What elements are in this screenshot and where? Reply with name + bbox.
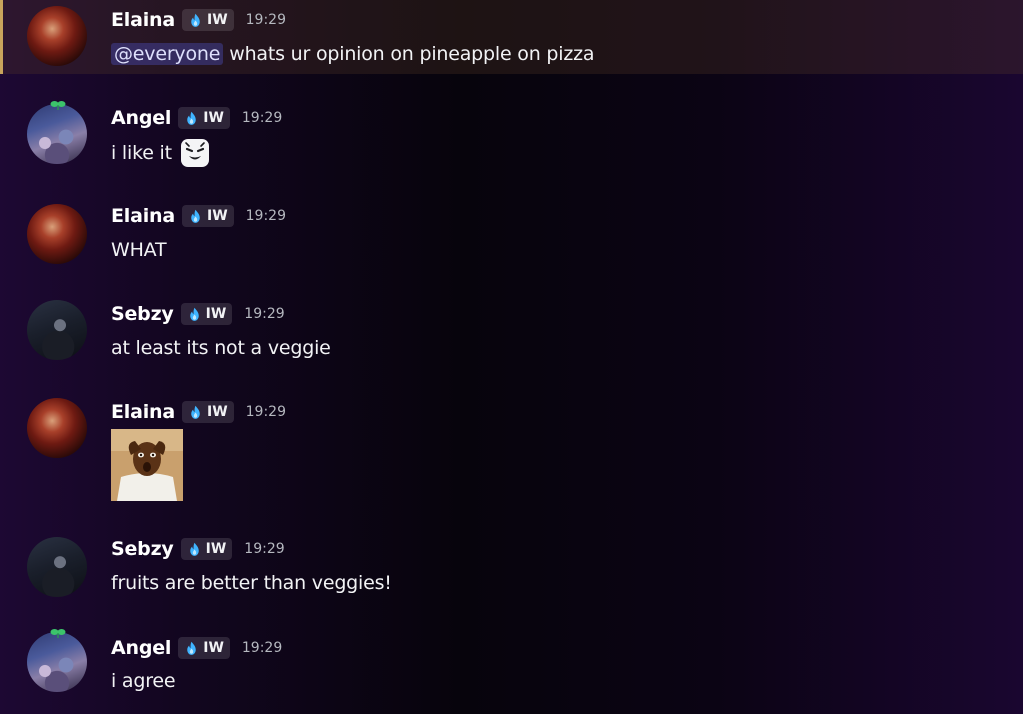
timestamp[interactable]: 19:29 (242, 640, 282, 656)
message-item[interactable]: Sebzy IW 19:29 fruits are better than ve… (0, 529, 1023, 605)
message-item[interactable]: Elaina IW 19:29 (0, 392, 1023, 508)
message-item[interactable]: Sebzy IW 19:29 at least its not a veggie (0, 294, 1023, 370)
message-item[interactable]: Elaina IW 19:29 @everyone whats ur opini… (0, 0, 1023, 74)
username[interactable]: Sebzy (111, 538, 174, 560)
message-header: Angel IW 19:29 (111, 104, 282, 132)
server-tag[interactable]: IW (180, 303, 233, 325)
username[interactable]: Elaina (111, 9, 175, 31)
timestamp[interactable]: 19:29 (246, 12, 286, 28)
server-tag-label: IW (206, 404, 228, 420)
message-content: @everyone whats ur opinion on pineapple … (111, 40, 595, 68)
timestamp[interactable]: 19:29 (246, 404, 286, 420)
message-header: Angel IW 19:29 (111, 634, 282, 662)
flame-icon (187, 641, 196, 655)
flame-icon (191, 13, 200, 27)
message-header: Elaina IW 19:29 (111, 398, 286, 426)
server-tag-label: IW (205, 306, 227, 322)
server-tag[interactable]: IW (181, 9, 234, 31)
message-text: i agree (111, 670, 176, 692)
flame-icon (189, 307, 199, 321)
server-tag-label: IW (206, 12, 228, 28)
message-header: Elaina IW 19:29 (111, 202, 286, 230)
server-tag-label: IW (205, 541, 227, 557)
message-content: WHAT (111, 236, 167, 264)
message-item[interactable]: Angel IW 19:29 i agree (0, 624, 1023, 712)
flame-icon (187, 111, 196, 125)
avatar[interactable] (27, 6, 87, 66)
sprout-icon (50, 101, 66, 110)
message-content: i agree (111, 667, 176, 695)
server-tag[interactable]: IW (178, 637, 230, 659)
timestamp[interactable]: 19:29 (244, 541, 284, 557)
avatar[interactable] (27, 398, 87, 458)
smirking-face-emoji[interactable] (180, 138, 210, 168)
server-tag-label: IW (203, 110, 224, 126)
chat-log: Elaina IW 19:29 @everyone whats ur opini… (0, 0, 1023, 714)
username[interactable]: Angel (111, 637, 171, 659)
flame-icon (191, 209, 200, 223)
message-header: Sebzy IW 19:29 (111, 300, 285, 328)
flame-icon (191, 405, 200, 419)
server-tag[interactable]: IW (180, 538, 233, 560)
message-item[interactable]: Angel IW 19:29 i like it (0, 96, 1023, 176)
avatar[interactable] (27, 204, 87, 264)
avatar[interactable] (27, 632, 87, 692)
username[interactable]: Sebzy (111, 303, 174, 325)
flame-icon (189, 542, 199, 556)
shocked-man-sticker[interactable] (111, 429, 183, 501)
avatar[interactable] (27, 300, 87, 360)
message-content: fruits are better than veggies! (111, 569, 392, 597)
message-text: at least its not a veggie (111, 337, 331, 359)
sticker-image (111, 429, 183, 501)
server-tag[interactable]: IW (178, 107, 230, 129)
username[interactable]: Elaina (111, 205, 175, 227)
timestamp[interactable]: 19:29 (244, 306, 284, 322)
username[interactable]: Angel (111, 107, 171, 129)
timestamp[interactable]: 19:29 (246, 208, 286, 224)
username[interactable]: Elaina (111, 401, 175, 423)
message-header: Elaina IW 19:29 (111, 6, 286, 34)
message-text: whats ur opinion on pineapple on pizza (229, 43, 595, 65)
message-item[interactable]: Elaina IW 19:29 WHAT (0, 196, 1023, 272)
sprout-icon (50, 629, 66, 638)
server-tag-label: IW (206, 208, 228, 224)
avatar[interactable] (27, 104, 87, 164)
message-content: i like it (111, 136, 210, 170)
message-content: at least its not a veggie (111, 334, 331, 362)
everyone-mention[interactable]: @everyone (111, 43, 224, 65)
avatar[interactable] (27, 537, 87, 597)
message-header: Sebzy IW 19:29 (111, 535, 285, 563)
message-text: WHAT (111, 239, 167, 261)
server-tag[interactable]: IW (181, 205, 234, 227)
message-text: fruits are better than veggies! (111, 572, 392, 594)
server-tag-label: IW (203, 640, 224, 656)
message-text: i like it (111, 142, 172, 164)
timestamp[interactable]: 19:29 (242, 110, 282, 126)
server-tag[interactable]: IW (181, 401, 234, 423)
